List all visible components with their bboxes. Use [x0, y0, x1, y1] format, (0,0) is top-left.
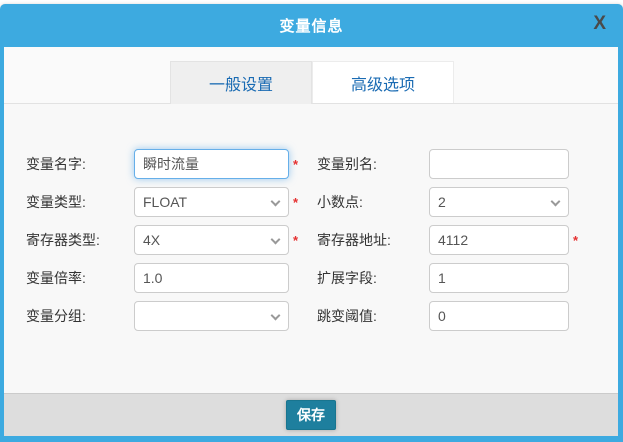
required-asterisk: *	[289, 195, 303, 210]
variable-type-label: 变量类型:	[26, 192, 134, 212]
dialog-body: 一般设置 高级选项 变量名字: * 变量别名: 变量类型: FLOAT * 小数…	[4, 47, 618, 436]
variable-type-value: FLOAT	[143, 194, 187, 210]
variable-type-select[interactable]: FLOAT	[134, 187, 289, 217]
decimal-point-select[interactable]: 2	[429, 187, 569, 217]
form-row: 变量名字: * 变量别名:	[4, 149, 618, 179]
variable-multiplier-label: 变量倍率:	[26, 268, 134, 288]
jump-threshold-label: 跳变阈值:	[317, 306, 429, 326]
chevron-down-icon	[271, 235, 281, 245]
tab-general-settings[interactable]: 一般设置	[170, 61, 312, 104]
register-type-label: 寄存器类型:	[26, 230, 134, 250]
register-type-value: 4X	[143, 232, 160, 248]
close-icon[interactable]: X	[593, 12, 606, 37]
decimal-point-value: 2	[438, 194, 446, 210]
variable-group-label: 变量分组:	[26, 306, 134, 326]
variable-alias-input[interactable]	[429, 149, 569, 179]
form-area: 变量名字: * 变量别名: 变量类型: FLOAT * 小数点: 2	[4, 104, 618, 393]
extension-field-input[interactable]	[429, 263, 569, 293]
required-asterisk: *	[569, 233, 583, 248]
decimal-point-label: 小数点:	[317, 192, 429, 212]
form-row: 变量分组: 跳变阈值:	[4, 301, 618, 331]
required-asterisk: *	[289, 233, 303, 248]
variable-multiplier-input[interactable]	[134, 263, 289, 293]
save-button[interactable]: 保存	[286, 400, 336, 430]
chevron-down-icon	[271, 311, 281, 321]
dialog-footer: 保存	[4, 393, 618, 436]
chevron-down-icon	[551, 197, 561, 207]
dialog-title: 变量信息	[279, 15, 343, 36]
register-type-select[interactable]: 4X	[134, 225, 289, 255]
extension-field-label: 扩展字段:	[317, 268, 429, 288]
required-asterisk: *	[289, 157, 303, 172]
tab-advanced-options[interactable]: 高级选项	[312, 61, 454, 103]
register-address-label: 寄存器地址:	[317, 230, 429, 250]
variable-alias-label: 变量别名:	[317, 154, 429, 174]
form-row: 寄存器类型: 4X * 寄存器地址: *	[4, 225, 618, 255]
variable-group-select[interactable]	[134, 301, 289, 331]
chevron-down-icon	[271, 197, 281, 207]
jump-threshold-input[interactable]	[429, 301, 569, 331]
form-row: 变量倍率: 扩展字段:	[4, 263, 618, 293]
dialog-titlebar: 变量信息 X	[0, 4, 623, 47]
variable-info-dialog: 变量信息 X 一般设置 高级选项 变量名字: * 变量别名: 变量类型: FLO…	[0, 4, 623, 442]
variable-name-input[interactable]	[134, 149, 289, 179]
register-address-input[interactable]	[429, 225, 569, 255]
form-row: 变量类型: FLOAT * 小数点: 2	[4, 187, 618, 217]
tab-strip: 一般设置 高级选项	[4, 47, 618, 104]
variable-name-label: 变量名字:	[26, 154, 134, 174]
